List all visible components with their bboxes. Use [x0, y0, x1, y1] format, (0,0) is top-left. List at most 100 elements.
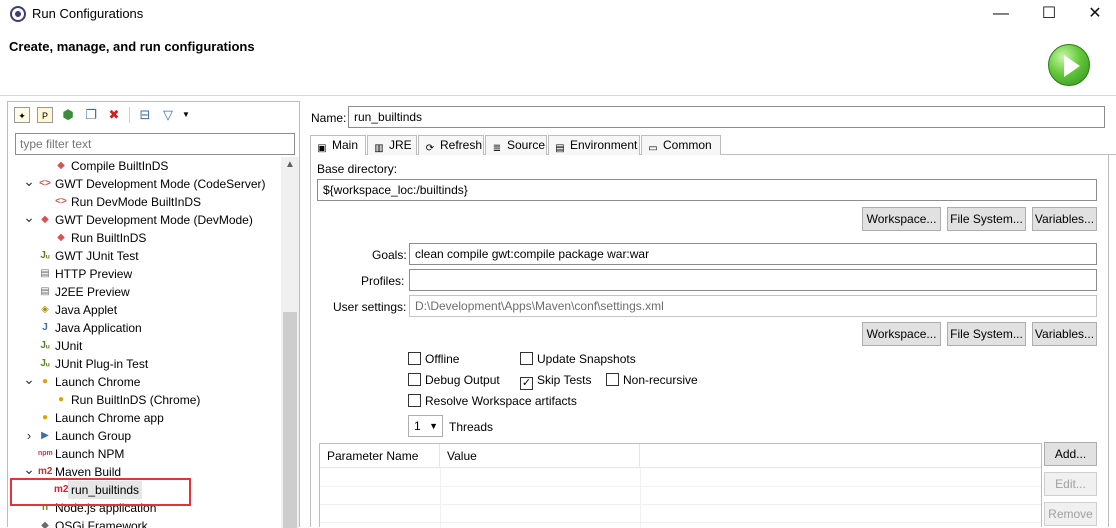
parameters-table[interactable]: Parameter Name Value [319, 443, 1042, 528]
chevron-down-icon[interactable]: ⌄ [23, 372, 35, 391]
chevron-down-icon[interactable]: ⌄ [23, 174, 35, 193]
tree-item-label: GWT Development Mode (CodeServer) [55, 177, 266, 191]
tree-item[interactable]: › ▶ Launch Group [8, 427, 280, 445]
chevron-right-icon[interactable]: › [23, 427, 35, 445]
maximize-button[interactable]: ☐ [1026, 2, 1072, 26]
tree-item[interactable]: ● Launch Chrome app [8, 409, 280, 427]
delete-icon[interactable]: ✖ [106, 107, 122, 123]
scrollbar-thumb[interactable] [283, 312, 297, 528]
new-prototype-icon[interactable]: P [37, 107, 53, 123]
resolve-workspace-checkbox-box[interactable] [408, 394, 421, 407]
tree-item-label: GWT Development Mode (DevMode) [55, 213, 253, 227]
new-configuration-icon[interactable]: ✦ [14, 107, 30, 123]
non-recursive-checkbox[interactable]: Non-recursive [606, 372, 698, 388]
environment-tab-icon: ▤ [555, 143, 565, 154]
base-directory-field[interactable]: ${workspace_loc:/builtinds} [317, 179, 1097, 201]
export-configuration-icon[interactable]: ⬢ [60, 107, 76, 123]
tree-item[interactable]: ◈ Java Applet [8, 301, 280, 319]
base-workspace-button[interactable]: Workspace... [862, 207, 941, 231]
configuration-list-pane: ✦ P ⬢ ❐ ✖ ⊟ ▽ ▼ ◆ Compile BuiltInDS ⌄ <> GWT… [7, 101, 300, 528]
source-tab-icon: ≣ [492, 143, 502, 154]
tree-scrollbar[interactable]: ▲ [281, 157, 299, 528]
tree-item-label: OSGi Framework [55, 519, 148, 528]
column-value[interactable]: Value [440, 444, 640, 468]
tab-refresh[interactable]: ⟳ Refresh [418, 135, 484, 155]
filter-icon[interactable]: ▽ [160, 107, 176, 123]
chevron-down-icon[interactable]: ▼ [178, 107, 194, 123]
base-variables-button[interactable]: Variables... [1032, 207, 1097, 231]
add-parameter-button[interactable]: Add... [1044, 442, 1097, 466]
goals-field[interactable]: clean compile gwt:compile package war:wa… [409, 243, 1097, 265]
table-row[interactable] [320, 486, 1041, 487]
tree-item[interactable]: <> Run DevMode BuiltInDS [8, 193, 280, 211]
tree-item-label: Launch Chrome [55, 375, 141, 389]
tree-item[interactable]: Jᵤ GWT JUnit Test [8, 247, 280, 265]
chevron-down-icon[interactable]: ⌄ [23, 210, 35, 229]
tab-jre[interactable]: ▥ JRE [367, 135, 417, 155]
tab-environment[interactable]: ▤ Environment [548, 135, 640, 155]
skip-tests-checkbox[interactable]: ✓ Skip Tests [520, 372, 591, 390]
tree-item[interactable]: ◆ OSGi Framework [8, 517, 280, 528]
tree-item[interactable]: ⌄ <> GWT Development Mode (CodeServer) [8, 174, 280, 193]
name-field[interactable]: run_builtinds [348, 106, 1105, 128]
table-row[interactable] [320, 522, 1041, 523]
skip-tests-checkbox-box[interactable]: ✓ [520, 377, 533, 390]
filter-input[interactable] [15, 133, 295, 155]
minimize-button[interactable]: — [978, 2, 1024, 26]
tree-item[interactable]: ▤ J2EE Preview [8, 283, 280, 301]
close-button[interactable]: ✕ [1072, 2, 1116, 26]
configuration-tree: ◆ Compile BuiltInDS ⌄ <> GWT Development Mod… [8, 157, 280, 528]
offline-checkbox[interactable]: Offline [408, 351, 459, 367]
gwt-codeserver-icon: <> [39, 178, 51, 189]
collapse-all-icon[interactable]: ⊟ [137, 107, 153, 123]
chrome-icon: ● [57, 394, 65, 405]
tree-item[interactable]: ▤ HTTP Preview [8, 265, 280, 283]
debug-output-checkbox[interactable]: Debug Output [408, 372, 500, 388]
tab-label: Common [663, 138, 712, 152]
tree-item-label: Launch Chrome app [55, 411, 164, 425]
update-snapshots-checkbox[interactable]: Update Snapshots [520, 351, 636, 367]
table-row[interactable] [320, 504, 1041, 505]
user-settings-field[interactable]: D:\Development\Apps\Maven\conf\settings.… [409, 295, 1097, 317]
tree-item[interactable]: ● Run BuiltInDS (Chrome) [8, 391, 280, 409]
debug-output-checkbox-box[interactable] [408, 373, 421, 386]
tab-label: Source [507, 138, 546, 152]
tree-item[interactable]: Jᵤ JUnit [8, 337, 280, 355]
threads-select[interactable]: 1 ▼ [408, 415, 443, 437]
remove-parameter-button[interactable]: Remove [1044, 502, 1097, 526]
junit-icon: Jᵤ [40, 250, 50, 261]
tree-item[interactable]: ⌄ ● Launch Chrome [8, 372, 280, 391]
settings-variables-button[interactable]: Variables... [1032, 322, 1097, 346]
name-label: Name: [311, 111, 347, 125]
tree-item[interactable]: ◆ Compile BuiltInDS [8, 157, 280, 175]
offline-checkbox-box[interactable] [408, 352, 421, 365]
tree-item[interactable]: Jᵤ JUnit Plug-in Test [8, 355, 280, 373]
tab-main[interactable]: ▣ Main [310, 135, 366, 156]
tree-item-label: J2EE Preview [55, 285, 130, 299]
tree-item[interactable]: ⌄ ◆ GWT Development Mode (DevMode) [8, 210, 280, 229]
settings-workspace-button[interactable]: Workspace... [862, 322, 941, 346]
column-parameter-name[interactable]: Parameter Name [320, 444, 440, 468]
tree-item-label: Run DevMode BuiltInDS [71, 195, 202, 209]
non-recursive-checkbox-box[interactable] [606, 373, 619, 386]
dialog-header: Create, manage, and run configurations [0, 28, 1116, 96]
resolve-workspace-checkbox[interactable]: Resolve Workspace artifacts [408, 393, 577, 409]
java-application-icon: J [42, 322, 48, 333]
edit-parameter-button[interactable]: Edit... [1044, 472, 1097, 496]
settings-file-system-button[interactable]: File System... [947, 322, 1026, 346]
scroll-up-icon[interactable]: ▲ [281, 157, 299, 173]
dialog-heading: Create, manage, and run configurations [9, 39, 255, 54]
junit-plugin-icon: Jᵤ [40, 358, 50, 369]
http-preview-icon: ▤ [40, 268, 50, 279]
tab-source[interactable]: ≣ Source [485, 135, 547, 155]
update-snapshots-checkbox-box[interactable] [520, 352, 533, 365]
column-divider [440, 468, 441, 528]
tree-item[interactable]: npm Launch NPM [8, 445, 280, 463]
tree-item[interactable]: ◆ Run BuiltInDS [8, 229, 280, 247]
tree-item[interactable]: J Java Application [8, 319, 280, 337]
duplicate-icon[interactable]: ❐ [83, 107, 99, 123]
base-file-system-button[interactable]: File System... [947, 207, 1026, 231]
tab-common[interactable]: ▭ Common [641, 135, 721, 155]
profiles-field[interactable] [409, 269, 1097, 291]
configuration-toolbar: ✦ P ⬢ ❐ ✖ ⊟ ▽ ▼ [8, 102, 299, 129]
